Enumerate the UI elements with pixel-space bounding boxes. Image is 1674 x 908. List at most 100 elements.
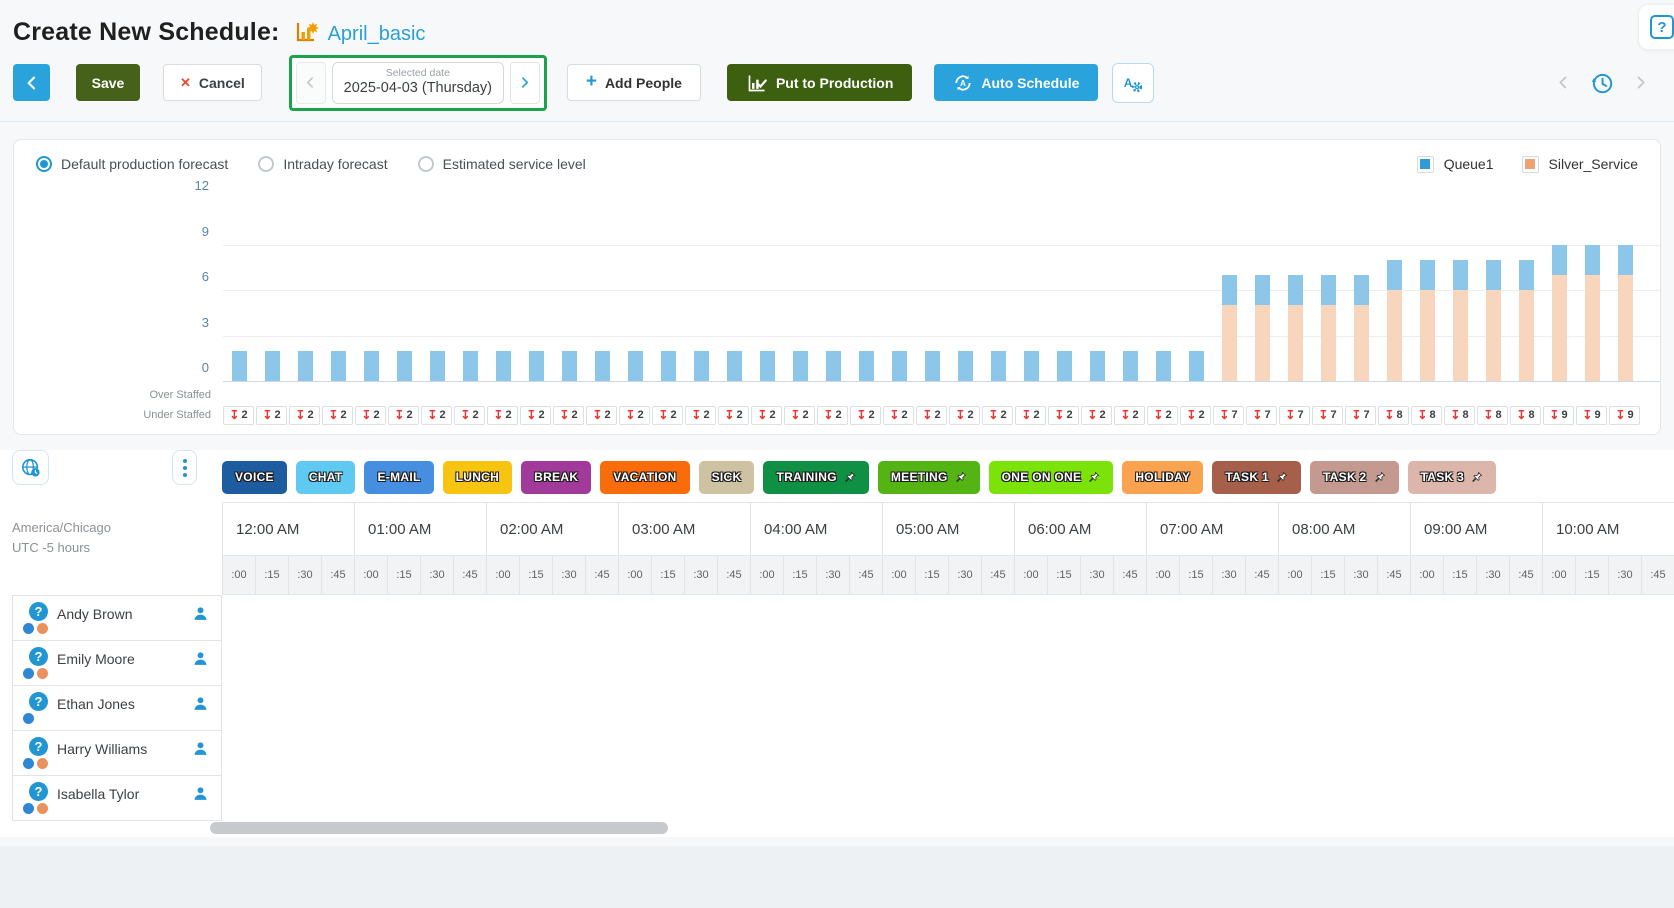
understaffed-value: 7 (1297, 409, 1303, 421)
activity-chip-sick[interactable]: SICK (699, 461, 755, 494)
employee-person-button[interactable] (192, 605, 209, 627)
understaffed-arrow-icon: ↧ (295, 409, 305, 421)
schedule-menu-button[interactable] (172, 450, 197, 485)
auto-schedule-button[interactable]: A Auto Schedule (934, 64, 1098, 101)
history-icon-button[interactable] (1589, 70, 1615, 96)
schedule-left-tools (0, 450, 222, 502)
understaffed-value: 9 (1594, 409, 1600, 421)
quarter-cell: :30 (552, 555, 585, 595)
chart-bar (1213, 200, 1246, 381)
employee-person-button[interactable] (192, 695, 209, 717)
understaffed-cell: ↧2 (982, 406, 1013, 425)
activity-chip-voice[interactable]: VOICE (222, 461, 287, 494)
help-button[interactable]: ? (1638, 4, 1674, 50)
scrollbar-thumb[interactable] (210, 822, 668, 834)
queue1-segment (1288, 275, 1303, 305)
schedule-lane[interactable] (222, 685, 1674, 730)
chevron-left-icon (1556, 75, 1571, 90)
queue1-segment (1222, 275, 1237, 305)
agent-gear-icon: A (1120, 71, 1146, 95)
agent-settings-button[interactable]: A (1112, 63, 1154, 103)
understaffed-value: 2 (373, 409, 379, 421)
activity-chip-vacation[interactable]: VACATION (600, 461, 689, 494)
silver-service-segment (1618, 275, 1633, 381)
queue1-segment (1618, 245, 1633, 275)
y-tick-9: 9 (202, 224, 209, 239)
employee-help-icon: ? (29, 602, 48, 621)
quarter-cell: :00 (222, 555, 255, 595)
understaffed-arrow-icon: ↧ (625, 409, 635, 421)
legend-item-silver-service[interactable]: Silver_Service (1522, 156, 1638, 173)
activity-chip-chat[interactable]: CHAT (296, 461, 356, 494)
queue1-segment (1156, 351, 1171, 381)
presence-dot-orange (37, 803, 48, 814)
queue1-segment (1552, 245, 1567, 275)
understaffed-value: 8 (1396, 409, 1402, 421)
understaffed-cell: ↧7 (1345, 406, 1376, 425)
understaffed-arrow-icon: ↧ (1516, 409, 1526, 421)
timezone-globe-button[interactable] (12, 450, 49, 485)
activity-chip-lunch[interactable]: LUNCH (443, 461, 513, 494)
forecast-radio-estimated-service-level[interactable]: Estimated service level (418, 156, 586, 172)
queue1-segment (1519, 260, 1534, 290)
understaffed-value: 8 (1495, 409, 1501, 421)
employee-name: Isabella Tylor (57, 786, 139, 802)
activity-chip-training[interactable]: TRAINING (763, 461, 868, 494)
stacked-bar (430, 351, 445, 381)
cancel-button[interactable]: ✕ Cancel (163, 64, 262, 101)
schedule-lane[interactable] (222, 730, 1674, 775)
gridline-0 (223, 381, 1660, 382)
activity-chip-label: TASK 2 (1323, 470, 1367, 484)
close-icon: ✕ (180, 75, 191, 91)
next-day-button[interactable] (510, 62, 540, 104)
understaffed-arrow-icon: ↧ (658, 409, 668, 421)
activity-chip-one-on-one[interactable]: ONE ON ONE (989, 461, 1114, 494)
quarter-cell: :15 (255, 555, 288, 595)
activity-chip-holiday[interactable]: HOLIDAY (1122, 461, 1203, 494)
activity-chip-break[interactable]: BREAK (521, 461, 591, 494)
schedule-name[interactable]: April_basic (328, 23, 426, 46)
employee-person-button[interactable] (192, 785, 209, 807)
understaffed-arrow-icon: ↧ (559, 409, 569, 421)
activity-chip-task-3[interactable]: TASK 3 (1408, 461, 1497, 494)
stacked-bar (1354, 275, 1369, 381)
put-to-production-button[interactable]: Put to Production (727, 64, 912, 101)
selected-date-field[interactable]: Selected date 2025-04-03 (Thursday) (332, 62, 504, 104)
chart-y-axis: 036912 (14, 200, 223, 382)
activity-chip-meeting[interactable]: MEETING (878, 461, 980, 494)
understaffed-cell: ↧2 (1147, 406, 1178, 425)
schedule-lane[interactable] (222, 640, 1674, 685)
presence-dot-blue (23, 713, 34, 724)
person-icon (192, 740, 209, 757)
activity-chip-e-mail[interactable]: E-MAIL (364, 461, 433, 494)
history-back-button[interactable] (1556, 75, 1571, 90)
hour-cell: 09:00 AM (1410, 503, 1542, 555)
queue1-segment (1387, 260, 1402, 290)
save-button[interactable]: Save (76, 64, 140, 101)
activity-chip-task-2[interactable]: TASK 2 (1310, 461, 1399, 494)
legend-item-queue1[interactable]: Queue1 (1417, 156, 1494, 173)
understaffed-arrow-icon: ↧ (1318, 409, 1328, 421)
employee-person-button[interactable] (192, 740, 209, 762)
queue1-segment (397, 351, 412, 381)
employee-person-button[interactable] (192, 650, 209, 672)
bars-container (223, 200, 1642, 381)
radio-label: Intraday forecast (283, 156, 387, 172)
stacked-bar (1519, 260, 1534, 381)
activity-chip-label: TASK 3 (1421, 470, 1465, 484)
previous-day-button[interactable] (296, 62, 326, 104)
presence-dot-blue (23, 623, 34, 634)
activity-chip-task-1[interactable]: TASK 1 (1212, 461, 1301, 494)
back-button[interactable] (13, 64, 50, 101)
hour-cell: 07:00 AM (1146, 503, 1278, 555)
quarter-cell: :00 (486, 555, 519, 595)
history-forward-button[interactable] (1633, 75, 1648, 90)
schedule-lane[interactable] (222, 775, 1674, 820)
understaffed-value: 7 (1231, 409, 1237, 421)
schedule-lane[interactable] (222, 595, 1674, 640)
forecast-radio-intraday-forecast[interactable]: Intraday forecast (258, 156, 387, 172)
understaffed-arrow-icon: ↧ (955, 409, 965, 421)
add-people-button[interactable]: + Add People (567, 64, 701, 101)
forecast-radio-default-production-forecast[interactable]: Default production forecast (36, 156, 228, 172)
understaffed-value: 2 (868, 409, 874, 421)
